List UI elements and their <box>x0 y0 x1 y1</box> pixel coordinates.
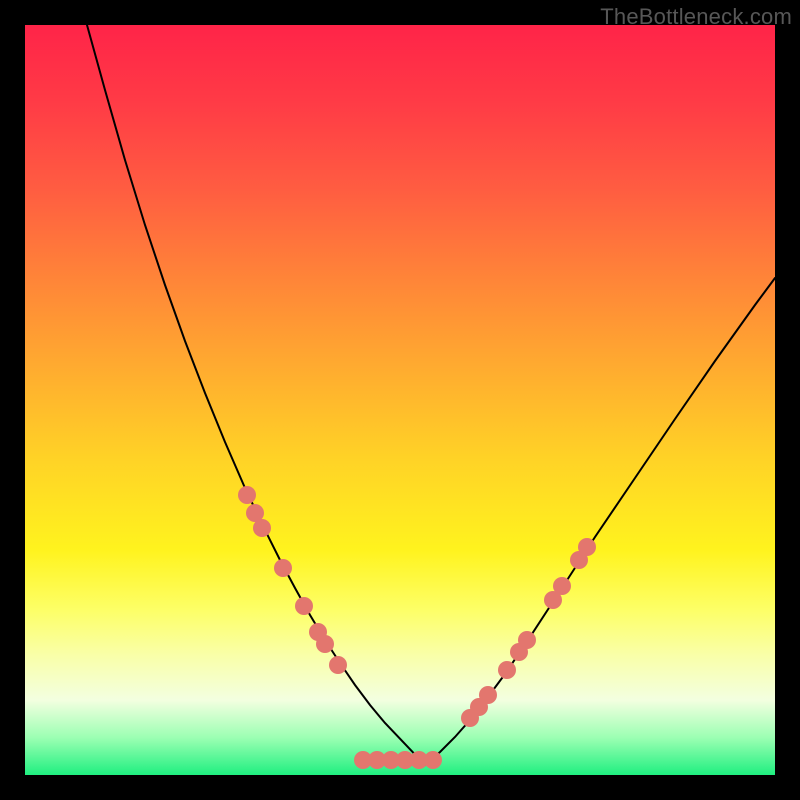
watermark-label: TheBottleneck.com <box>600 4 792 30</box>
chart-svg <box>25 25 775 775</box>
point-left-dots <box>274 559 292 577</box>
line-series <box>87 25 775 765</box>
point-bottom-dots <box>424 751 442 769</box>
point-left-dots <box>329 656 347 674</box>
point-right-dots <box>498 661 516 679</box>
point-right-dots <box>479 686 497 704</box>
point-right-dots <box>553 577 571 595</box>
point-left-dots <box>316 635 334 653</box>
point-right-dots <box>518 631 536 649</box>
point-right-dots <box>578 538 596 556</box>
series-v-curve <box>87 25 775 765</box>
point-left-dots <box>253 519 271 537</box>
chart-frame: TheBottleneck.com <box>0 0 800 800</box>
plot-area <box>25 25 775 775</box>
point-left-dots <box>295 597 313 615</box>
scatter-points <box>238 486 596 769</box>
point-left-dots <box>238 486 256 504</box>
